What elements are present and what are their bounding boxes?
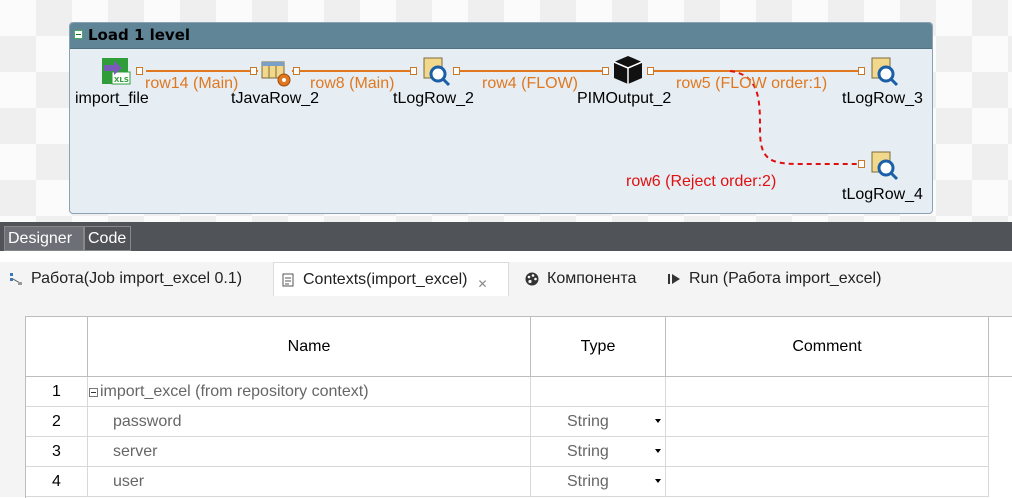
- table-row[interactable]: 1 import_excel (from repository context): [26, 377, 1012, 407]
- type-select[interactable]: String: [531, 407, 666, 437]
- cube-output-icon[interactable]: [612, 54, 644, 86]
- output-port[interactable]: [453, 67, 460, 75]
- java-row-icon[interactable]: [260, 56, 292, 88]
- tab-job[interactable]: Работа(Job import_excel 0.1): [8, 262, 270, 296]
- tab-contexts-label: Contexts(import_excel): [303, 270, 468, 288]
- header-type[interactable]: Type: [531, 317, 666, 377]
- tab-run-label: Run (Работа import_excel): [689, 270, 882, 287]
- row-number: 4: [26, 467, 88, 497]
- input-port[interactable]: [250, 67, 257, 75]
- contexts-table: Name Type Comment 1 import_excel (from r…: [25, 316, 1012, 498]
- variable-name-cell[interactable]: server: [88, 437, 531, 467]
- view-tab-bar: Работа(Job import_excel 0.1) Contexts(im…: [0, 262, 1012, 296]
- output-port[interactable]: [136, 67, 143, 75]
- header-extra: [989, 317, 1012, 377]
- tab-designer[interactable]: Designer: [4, 226, 84, 251]
- component-label-tlogrow-3: tLogRow_3: [842, 90, 923, 107]
- svg-text:XLS: XLS: [114, 76, 129, 84]
- component-label-pimoutput-2: PIMOutput_2: [577, 90, 672, 107]
- tab-component[interactable]: Компонента: [524, 262, 654, 296]
- table-row[interactable]: 2 password String: [26, 407, 1012, 437]
- type-cell: [531, 377, 666, 407]
- xls-input-icon[interactable]: XLS: [100, 56, 132, 88]
- contexts-icon: [280, 272, 296, 288]
- link-label-row6[interactable]: row6 (Reject order:2): [626, 173, 776, 191]
- header-name[interactable]: Name: [88, 317, 531, 377]
- comment-cell[interactable]: [666, 437, 989, 467]
- tab-run[interactable]: Run (Работа import_excel): [666, 262, 906, 296]
- variable-name-cell[interactable]: password: [88, 407, 531, 437]
- component-label-import-file: import_file: [75, 90, 149, 107]
- comment-cell[interactable]: [666, 467, 989, 497]
- output-port[interactable]: [293, 67, 300, 75]
- input-port[interactable]: [858, 160, 865, 168]
- variable-name-cell[interactable]: user: [88, 467, 531, 497]
- tab-code[interactable]: Code: [84, 226, 131, 251]
- table-row[interactable]: 4 user String: [26, 467, 1012, 497]
- output-port[interactable]: [647, 67, 654, 75]
- chevron-down-icon[interactable]: [655, 479, 661, 483]
- run-icon: [666, 271, 682, 287]
- link-label-row14[interactable]: row14 (Main): [145, 75, 238, 93]
- tab-contexts[interactable]: Contexts(import_excel) ✕: [273, 262, 509, 296]
- type-select[interactable]: String: [531, 467, 666, 497]
- row-number: 2: [26, 407, 88, 437]
- header-comment[interactable]: Comment: [666, 317, 989, 377]
- palette-icon: [524, 271, 540, 287]
- log-row-icon[interactable]: [868, 150, 900, 182]
- component-label-tjavarow-2: tJavaRow_2: [231, 90, 320, 107]
- link-label-row4[interactable]: row4 (FLOW): [482, 75, 578, 93]
- log-row-icon[interactable]: [868, 56, 900, 88]
- job-designer-canvas[interactable]: Load 1 level XLS import_file tJavaRow_2 …: [0, 0, 1012, 222]
- log-row-icon[interactable]: [420, 56, 452, 88]
- collapse-icon[interactable]: [89, 388, 98, 397]
- component-label-tlogrow-4: tLogRow_4: [842, 186, 923, 203]
- editor-tab-bar: Designer Code: [0, 222, 1012, 251]
- link-label-row5[interactable]: row5 (FLOW order:1): [676, 75, 827, 93]
- context-group-name: import_excel (from repository context): [100, 383, 369, 400]
- input-port[interactable]: [858, 67, 865, 75]
- input-port[interactable]: [410, 67, 417, 75]
- chevron-down-icon[interactable]: [655, 419, 661, 423]
- close-icon[interactable]: ✕: [478, 277, 488, 291]
- link-label-row8[interactable]: row8 (Main): [310, 75, 394, 93]
- comment-cell[interactable]: [666, 407, 989, 437]
- tab-component-label: Компонента: [547, 270, 637, 287]
- context-group-cell[interactable]: import_excel (from repository context): [88, 377, 531, 407]
- chevron-down-icon[interactable]: [655, 449, 661, 453]
- tab-job-label: Работа(Job import_excel 0.1): [31, 270, 243, 287]
- type-value: String: [567, 473, 609, 490]
- comment-cell[interactable]: [666, 377, 989, 407]
- type-select[interactable]: String: [531, 437, 666, 467]
- header-row-number: [26, 317, 88, 377]
- job-icon: [8, 271, 24, 287]
- component-label-tlogrow-2: tLogRow_2: [393, 90, 474, 107]
- row-number: 1: [26, 377, 88, 407]
- row-number: 3: [26, 437, 88, 467]
- type-value: String: [567, 443, 609, 460]
- input-port[interactable]: [602, 67, 609, 75]
- type-value: String: [567, 413, 609, 430]
- table-row[interactable]: 3 server String: [26, 437, 1012, 467]
